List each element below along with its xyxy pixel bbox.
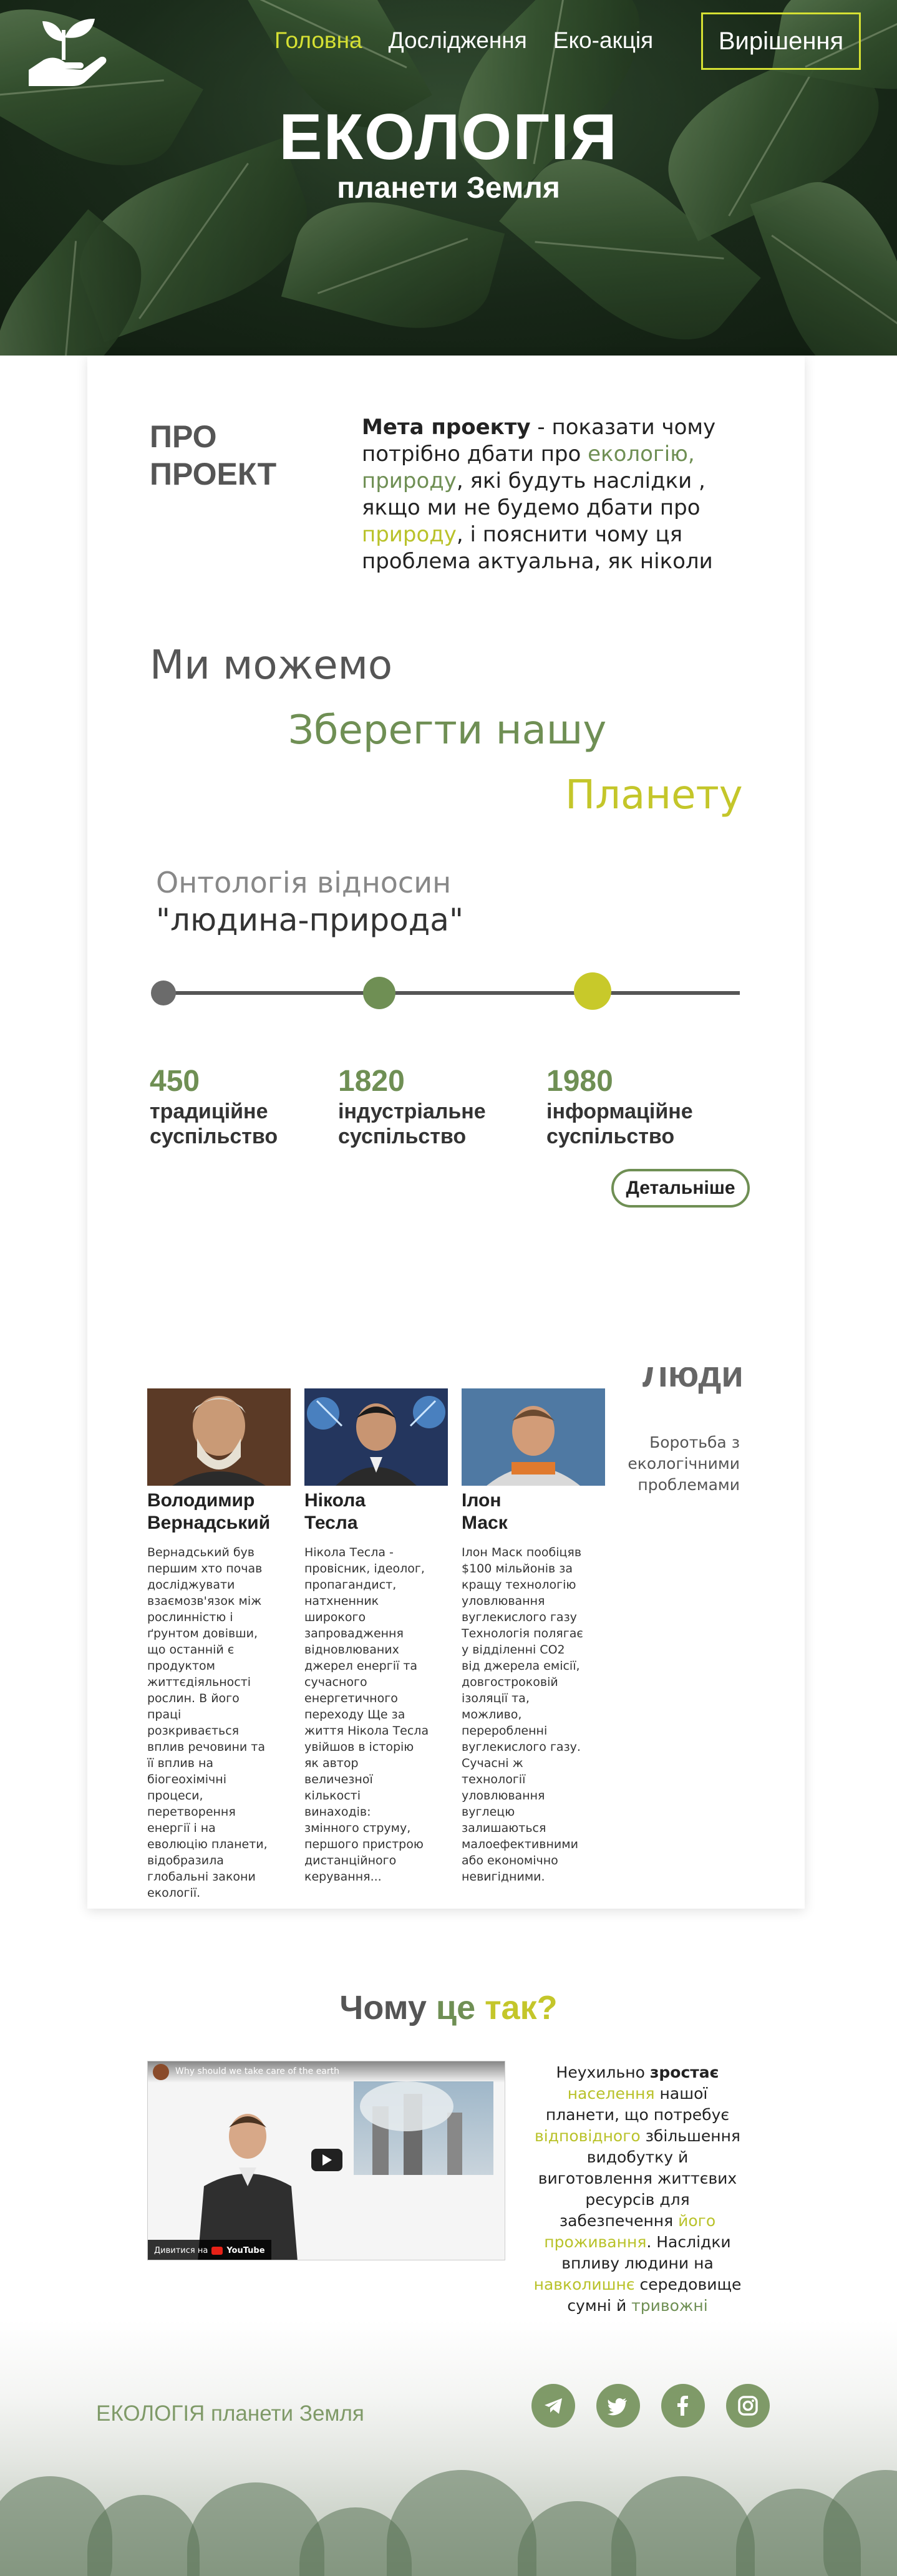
timeline-line (163, 991, 740, 995)
about-heading-line2: ПРОЕКТ (150, 457, 277, 491)
about-bold: Мета проекту (362, 415, 531, 440)
ontology-title: Онтологія відносин (156, 866, 452, 899)
solutions-button[interactable]: Вирішення (701, 12, 861, 70)
instagram-icon[interactable] (726, 2384, 770, 2428)
hero-header: Головна Дослідження Еко-акція Вирішення … (0, 0, 897, 356)
ontology-subtitle: "людина-природа" (156, 902, 463, 938)
channel-avatar[interactable] (153, 2064, 169, 2080)
person-name-tesla: Нікола Тесла (304, 1490, 366, 1533)
nav-item-research[interactable]: Дослідження (389, 27, 527, 54)
hand-with-sprout-icon[interactable] (26, 16, 107, 91)
slogan-line-2: Зберегти нашу (288, 707, 607, 753)
why-text-segment: відповідного (535, 2127, 641, 2145)
person-bio-tesla: Нікола Тесла - провісник, ідеолог, пропа… (304, 1546, 429, 1884)
twitter-icon[interactable] (596, 2384, 640, 2428)
why-text-segment: навколишнє (533, 2275, 635, 2293)
nav-item-home[interactable]: Головна (274, 27, 362, 54)
facebook-icon[interactable] (661, 2384, 705, 2428)
why-text-segment: Неухильно (556, 2063, 650, 2081)
timeline-dot-1[interactable] (151, 981, 176, 1005)
about-heading-line1: ПРО (150, 419, 217, 454)
why-text: Неухильно зростає населення нашої планет… (531, 2062, 744, 2317)
page: Головна Дослідження Еко-акція Вирішення … (0, 0, 897, 2576)
timeline-year-2: 1820 (338, 1065, 405, 1098)
people-heading: Люди (642, 1367, 742, 1395)
watch-on-youtube[interactable]: Дивитися на YouTube (148, 2240, 271, 2260)
person-photo-musk (462, 1388, 605, 1486)
slogan-line-1: Ми можемо (150, 642, 393, 689)
about-link-nature[interactable]: природу (362, 522, 457, 547)
timeline-label-3: інформаційне суспільство (546, 1100, 693, 1148)
why-text-segment: населення (567, 2085, 655, 2103)
slogan-line-3: Планету (565, 772, 743, 818)
people-subtitle: Боротьба з екологічними проблемами (628, 1433, 740, 1494)
footer-brand[interactable]: ЕКОЛОГІЯ планети Земля (96, 2401, 364, 2426)
play-button-icon[interactable] (311, 2149, 342, 2171)
telegram-icon[interactable] (531, 2384, 575, 2428)
about-heading: ПРО ПРОЕКТ (150, 418, 276, 493)
why-text-segment: зростає (649, 2063, 719, 2081)
main-nav: Головна Дослідження Еко-акція (274, 27, 653, 54)
person-name-vernadsky: Володимир Вернадський (147, 1490, 271, 1533)
timeline-dot-3[interactable] (574, 972, 611, 1010)
about-text: Мета проекту - показати чому потрібно дб… (362, 414, 755, 575)
hero-title: ЕКОЛОГІЯ (279, 101, 618, 173)
more-button[interactable]: Детальніше (611, 1169, 750, 1208)
nav-item-eco-action[interactable]: Еко-акція (553, 27, 653, 54)
video-player[interactable]: Why should we take care of the earth Див… (147, 2061, 505, 2260)
footer (0, 2320, 897, 2576)
timeline-label-2: індустріальне суспільство (338, 1100, 486, 1148)
hero-subtitle: планети Земля (337, 172, 560, 205)
youtube-icon (211, 2246, 223, 2255)
person-bio-vernadsky: Вернадський був першим хто почав дослідж… (147, 1546, 268, 1900)
video-title[interactable]: Why should we take care of the earth (175, 2066, 339, 2076)
timeline-year-3: 1980 (546, 1065, 613, 1098)
timeline-label-1: традиційне суспільство (150, 1100, 278, 1148)
why-text-segment: тривожні (631, 2297, 708, 2315)
person-name-musk: Ілон Маск (462, 1490, 508, 1533)
timeline-dot-2[interactable] (363, 977, 395, 1009)
person-bio-musk: Ілон Маск пообіцяв $100 мільйонів за кра… (462, 1546, 583, 1884)
timeline-year-1: 450 (150, 1065, 200, 1098)
person-photo-tesla (304, 1388, 448, 1486)
person-photo-vernadsky (147, 1388, 291, 1486)
why-heading: Чому це так? (339, 1989, 558, 2026)
